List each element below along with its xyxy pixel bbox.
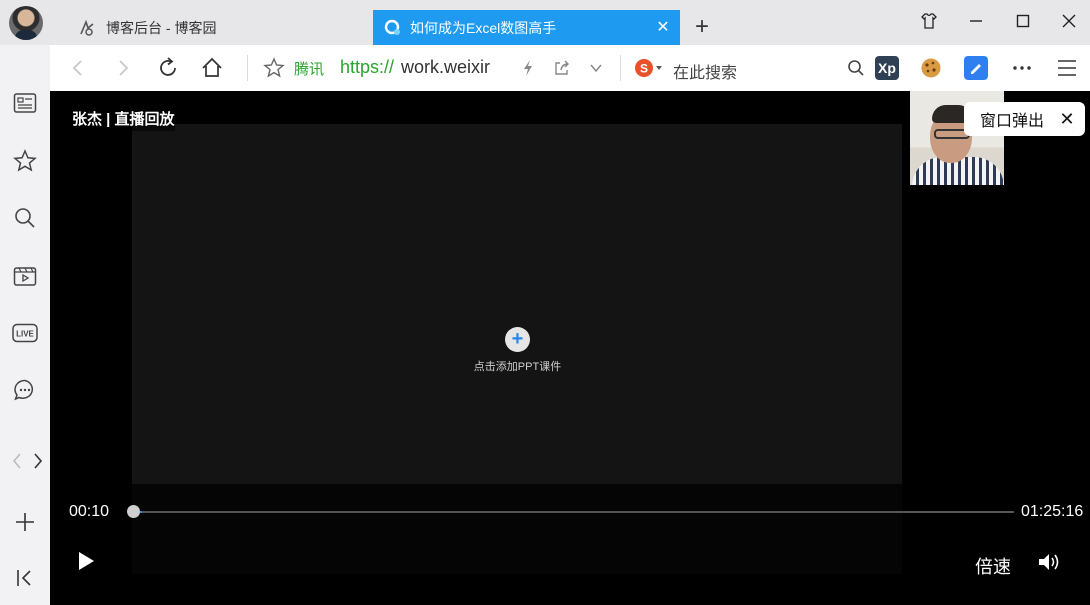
add-icon[interactable] [12, 509, 38, 535]
close-tab-icon[interactable]: ✕ [654, 18, 672, 36]
close-icon[interactable]: ✕ [1057, 109, 1077, 129]
tab-title: 博客后台 - 博客园 [106, 19, 217, 36]
back-icon[interactable] [66, 54, 90, 82]
tab-excel-course[interactable]: 如何成为Excel数图高手 ✕ [373, 10, 680, 45]
cookie-extension-icon[interactable] [919, 56, 943, 80]
blog-icon [76, 17, 98, 39]
total-time: 01:25:16 [1021, 503, 1084, 520]
forward-icon[interactable] [111, 54, 135, 82]
live-icon[interactable]: LIVE [12, 320, 38, 346]
new-tab-button[interactable]: + [690, 15, 714, 39]
playback-speed-button[interactable]: 倍速 [975, 553, 1011, 579]
xp-extension-icon[interactable]: Xp [875, 56, 899, 80]
bookmark-star-icon[interactable] [262, 54, 286, 82]
popout-window-button[interactable]: 窗口弹出 ✕ [964, 102, 1085, 136]
user-avatar[interactable] [9, 6, 43, 40]
address-toolbar: 腾讯 https:// work.weixir S 在此搜索 Xp [50, 45, 1090, 91]
collapse-sidebar-icon[interactable] [12, 565, 38, 591]
toolbar-divider [620, 55, 621, 81]
close-window-icon[interactable] [1054, 8, 1084, 34]
browser-window: 博客后台 - 博客园 如何成为Excel数图高手 ✕ + 腾讯 https://… [0, 0, 1090, 605]
maximize-icon[interactable] [1008, 8, 1038, 34]
tencent-meeting-icon [382, 17, 404, 39]
current-time: 00:10 [69, 503, 110, 520]
chat-icon[interactable] [12, 377, 38, 403]
sogou-search-engine-icon[interactable]: S [632, 54, 666, 82]
share-icon[interactable] [550, 54, 574, 82]
toolbar-divider [247, 55, 248, 81]
more-icon[interactable] [1010, 54, 1034, 82]
svg-text:LIVE: LIVE [16, 330, 34, 339]
refresh-icon[interactable] [154, 54, 182, 82]
tab-title: 如何成为Excel数图高手 [410, 19, 557, 36]
add-ppt-label[interactable]: 点击添加PPT课件 [450, 358, 585, 374]
ppt-slide-area[interactable] [132, 124, 902, 484]
search-icon[interactable] [845, 54, 867, 82]
presenter-label: 张杰 | 直播回放 [72, 106, 175, 131]
search-icon[interactable] [12, 205, 38, 231]
video-icon[interactable] [12, 263, 38, 289]
svg-text:S: S [640, 62, 648, 76]
play-icon[interactable] [74, 549, 98, 573]
next-icon[interactable] [28, 448, 48, 474]
video-player[interactable]: 张杰 | 直播回放 + 点击添加PPT课件 窗口弹出 ✕ 00:10 01:25… [50, 91, 1090, 605]
notes-extension-icon[interactable] [964, 56, 988, 80]
progress-knob[interactable] [127, 505, 140, 518]
search-input[interactable]: 在此搜索 [673, 59, 737, 83]
tab-bar: 博客后台 - 博客园 如何成为Excel数图高手 ✕ + [0, 0, 1090, 45]
slide-lower-area [132, 484, 902, 574]
url-host[interactable]: work.weixir [401, 57, 490, 78]
chevron-down-icon[interactable] [586, 54, 606, 82]
home-icon[interactable] [198, 54, 226, 82]
site-badge: 腾讯 [294, 61, 325, 78]
volume-icon[interactable] [1036, 550, 1062, 574]
popout-label: 窗口弹出 [980, 113, 1045, 130]
url-scheme[interactable]: https:// [340, 57, 394, 78]
news-icon[interactable] [12, 90, 38, 116]
menu-icon[interactable] [1055, 54, 1079, 82]
favorites-star-icon[interactable] [12, 148, 38, 174]
accelerate-icon[interactable] [518, 54, 538, 82]
sidebar: LIVE [0, 45, 50, 605]
add-ppt-button[interactable]: + [505, 327, 530, 352]
skin-icon[interactable] [914, 8, 944, 34]
tab-blog-admin[interactable]: 博客后台 - 博客园 [60, 10, 360, 45]
minimize-icon[interactable] [961, 8, 991, 34]
progress-bar[interactable] [132, 511, 1014, 513]
